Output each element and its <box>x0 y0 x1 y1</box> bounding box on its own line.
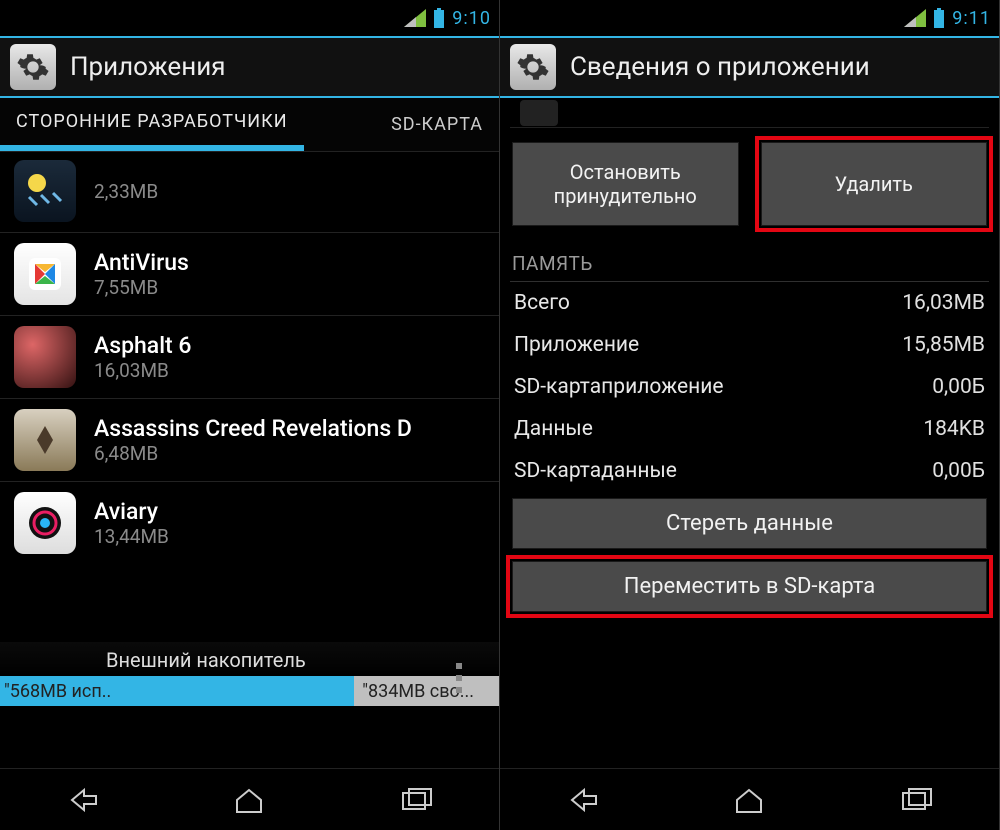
list-item[interactable]: Aviary 13,44MB <box>0 482 499 564</box>
tab-third-party[interactable]: СТОРОННИЕ РАЗРАБОТЧИКИ <box>0 98 304 151</box>
app-size-label: 13,44MB <box>94 525 169 548</box>
battery-icon <box>932 8 946 28</box>
list-item[interactable]: 2,33MB <box>0 160 499 233</box>
force-stop-button[interactable]: Остановить принудительно <box>512 142 739 226</box>
battery-icon <box>432 8 446 28</box>
app-icon <box>14 409 76 471</box>
storage-footer: Внешний накопитель "568MB исп.. "834MB с… <box>0 642 499 706</box>
memory-value: 0,00Б <box>932 375 985 399</box>
memory-value: 15,85MB <box>902 333 985 357</box>
uninstall-button[interactable]: Удалить <box>761 142 988 226</box>
app-icon <box>14 326 76 388</box>
memory-value: 0,00Б <box>932 459 985 483</box>
app-icon <box>14 243 76 305</box>
app-header-mini <box>510 98 989 128</box>
memory-value: 16,03MB <box>902 291 985 315</box>
status-bar: 9:10 <box>0 0 499 36</box>
home-button[interactable] <box>719 780 779 820</box>
memory-row-data: Данные 184KB <box>510 408 989 450</box>
home-button[interactable] <box>219 780 279 820</box>
memory-key: Всего <box>514 291 570 315</box>
memory-key: SD-картаданные <box>514 459 677 483</box>
signal-icon <box>404 9 426 27</box>
action-buttons: Остановить принудительно Удалить <box>510 128 989 246</box>
navigation-bar <box>500 768 999 830</box>
app-size-label: 2,33MB <box>94 180 158 203</box>
app-size-label: 7,55MB <box>94 276 189 299</box>
memory-key: Приложение <box>514 333 639 357</box>
page-title: Сведения о приложении <box>570 52 870 82</box>
memory-key: Данные <box>514 417 593 441</box>
app-size-label: 16,03MB <box>94 359 192 382</box>
memory-value: 184KB <box>923 417 985 441</box>
tab-sd-card[interactable]: SD-КАРТА <box>375 98 499 151</box>
app-icon <box>14 160 76 222</box>
app-size-label: 6,48MB <box>94 442 412 465</box>
status-bar: 9:11 <box>500 0 999 36</box>
screen-left-applications: 9:10 Приложения СТОРОННИЕ РАЗРАБОТЧИКИ S… <box>0 0 500 830</box>
signal-icon <box>904 9 926 27</box>
memory-row-app: Приложение 15,85MB <box>510 324 989 366</box>
storage-label: Внешний накопитель <box>0 642 499 676</box>
app-details: Остановить принудительно Удалить ПАМЯТЬ … <box>500 98 999 768</box>
storage-bar: "568MB исп.. "834MB сво... <box>0 676 499 706</box>
tabs: СТОРОННИЕ РАЗРАБОТЧИКИ SD-КАРТА <box>0 98 499 152</box>
section-memory: ПАМЯТЬ <box>510 246 989 282</box>
back-button[interactable] <box>553 780 613 820</box>
list-item[interactable]: Assassins Creed Revelations D 6,48MB <box>0 399 499 482</box>
memory-row-sddata: SD-картаданные 0,00Б <box>510 450 989 492</box>
app-name-label: Assassins Creed Revelations D <box>94 415 412 442</box>
overflow-menu-button[interactable] <box>437 656 481 700</box>
app-icon <box>520 100 558 126</box>
list-item[interactable]: AntiVirus 7,55MB <box>0 233 499 316</box>
app-list[interactable]: 2,33MB AntiVirus 7,55MB Asphalt 6 16,03M… <box>0 152 499 768</box>
memory-row-sdapp: SD-картаприложение 0,00Б <box>510 366 989 408</box>
header-bar: Приложения <box>0 36 499 98</box>
status-time: 9:10 <box>452 8 491 29</box>
move-to-sd-button[interactable]: Переместить в SD-карта <box>512 561 987 612</box>
app-name-label: Asphalt 6 <box>94 332 192 359</box>
memory-row-total: Всего 16,03MB <box>510 282 989 324</box>
navigation-bar <box>0 768 499 830</box>
settings-icon <box>510 44 556 90</box>
app-name-label: Aviary <box>94 498 169 525</box>
list-item[interactable]: Asphalt 6 16,03MB <box>0 316 499 399</box>
header-bar: Сведения о приложении <box>500 36 999 98</box>
back-button[interactable] <box>53 780 113 820</box>
recents-button[interactable] <box>886 780 946 820</box>
storage-used: "568MB исп.. <box>0 676 354 706</box>
memory-key: SD-картаприложение <box>514 375 723 399</box>
recents-button[interactable] <box>386 780 446 820</box>
app-icon <box>14 492 76 554</box>
page-title: Приложения <box>70 52 225 82</box>
screen-right-app-details: 9:11 Сведения о приложении Остановить пр… <box>500 0 1000 830</box>
app-name-label: AntiVirus <box>94 249 189 276</box>
settings-icon <box>10 44 56 90</box>
clear-data-button[interactable]: Стереть данные <box>512 498 987 549</box>
status-time: 9:11 <box>952 8 991 29</box>
